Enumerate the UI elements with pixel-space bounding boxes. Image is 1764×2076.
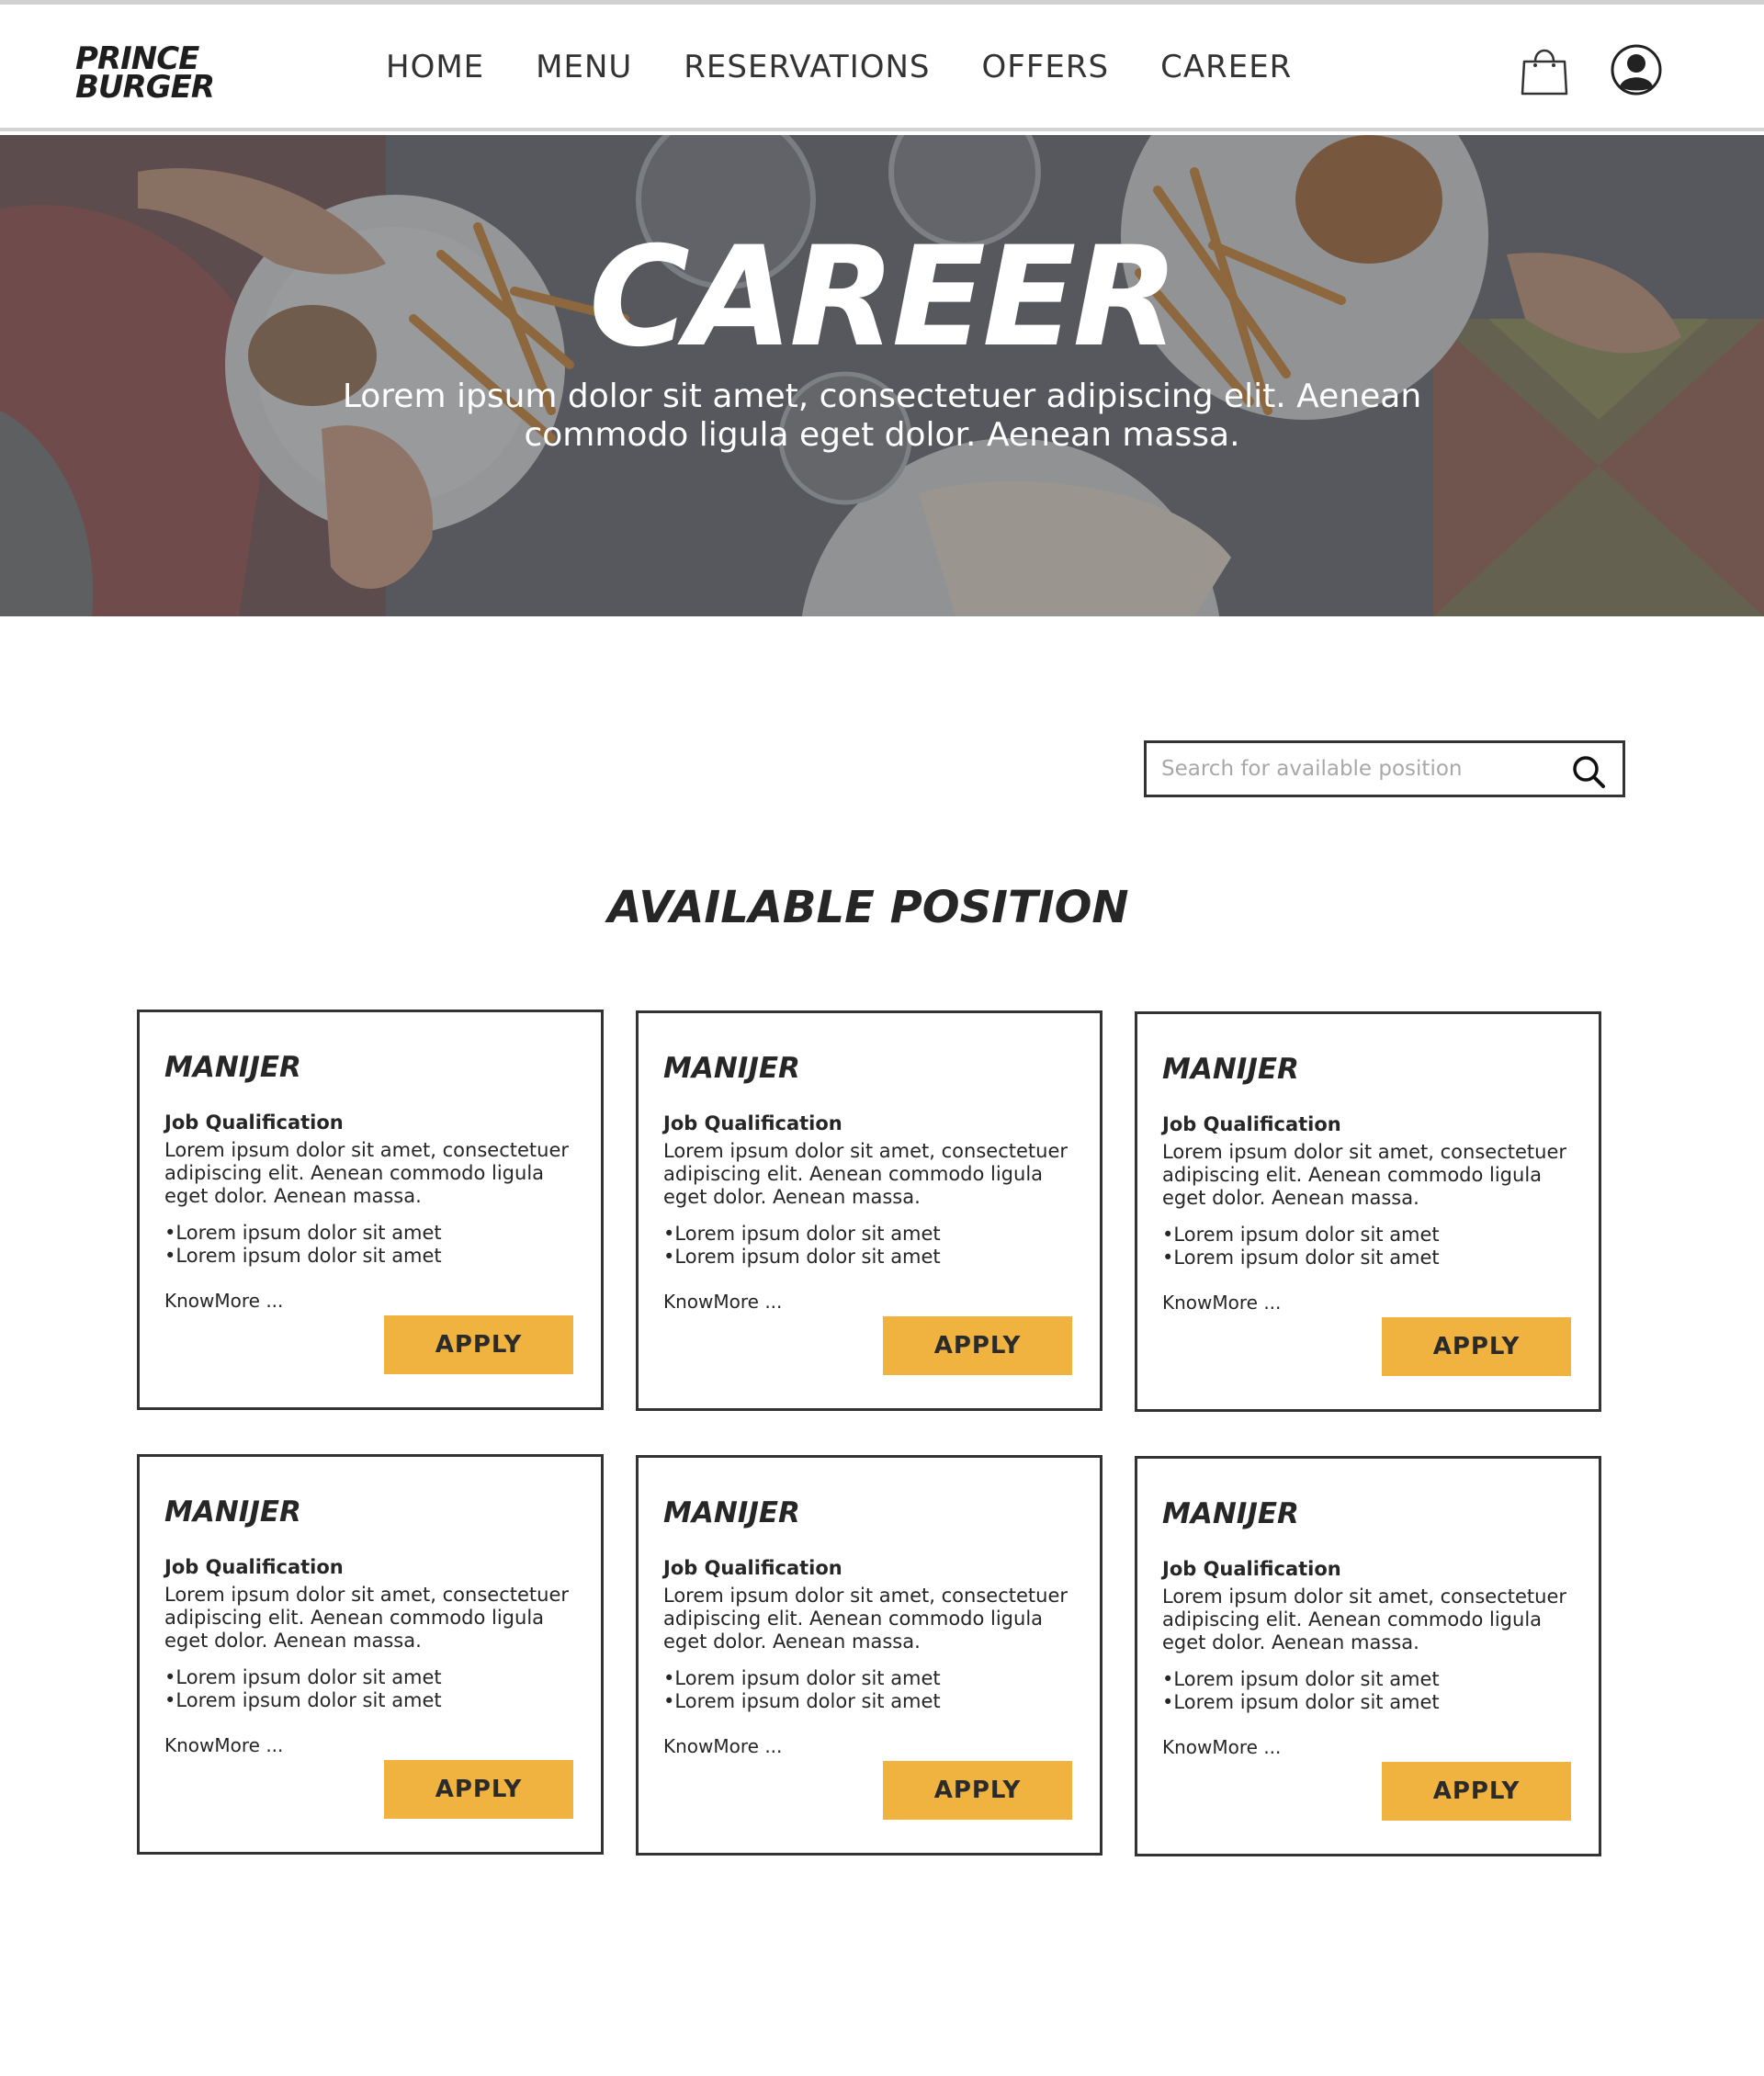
brand-logo[interactable]: PRINCE BURGER <box>75 43 215 106</box>
main-nav: HOME MENU RESERVATIONS OFFERS CAREER <box>386 47 1343 87</box>
qualification-item: •Lorem ipsum dolor sit amet <box>164 1222 442 1244</box>
qualification-item: •Lorem ipsum dolor sit amet <box>663 1667 941 1689</box>
position-description: Lorem ipsum dolor sit amet, consectetuer… <box>1162 1585 1566 1653</box>
position-search-box <box>1144 740 1625 797</box>
position-search-input[interactable] <box>1161 750 1566 787</box>
position-card: MANIJER Job Qualification Lorem ipsum do… <box>137 1454 604 1855</box>
user-account-icon[interactable] <box>1610 43 1663 96</box>
site-header: PRINCE BURGER HOME MENU RESERVATIONS OFF… <box>0 5 1764 131</box>
qualification-item: •Lorem ipsum dolor sit amet <box>663 1223 941 1245</box>
know-more-link[interactable]: KnowMore ... <box>164 1734 283 1756</box>
position-card: MANIJER Job Qualification Lorem ipsum do… <box>636 1010 1102 1411</box>
position-card: MANIJER Job Qualification Lorem ipsum do… <box>1135 1456 1601 1856</box>
nav-item-offers[interactable]: OFFERS <box>982 47 1110 87</box>
nav-item-menu[interactable]: MENU <box>536 47 632 87</box>
position-title: MANIJER <box>164 1051 301 1084</box>
qualification-item: •Lorem ipsum dolor sit amet <box>1162 1668 1440 1690</box>
shopping-bag-icon[interactable] <box>1520 43 1569 96</box>
position-card: MANIJER Job Qualification Lorem ipsum do… <box>1135 1011 1601 1412</box>
qualification-label: Job Qualification <box>164 1556 344 1578</box>
brand-logo-line2: BURGER <box>75 69 215 106</box>
hero-title: CAREER <box>588 218 1179 378</box>
hero-banner: CAREER Lorem ipsum dolor sit amet, conse… <box>0 135 1764 616</box>
know-more-link[interactable]: KnowMore ... <box>663 1291 782 1313</box>
position-card: MANIJER Job Qualification Lorem ipsum do… <box>636 1455 1102 1856</box>
nav-item-career[interactable]: CAREER <box>1160 47 1292 87</box>
qualification-label: Job Qualification <box>663 1112 842 1134</box>
qualification-item: •Lorem ipsum dolor sit amet <box>663 1246 941 1268</box>
apply-button[interactable]: APPLY <box>1382 1762 1571 1821</box>
position-description: Lorem ipsum dolor sit amet, consectetuer… <box>663 1585 1068 1653</box>
qualification-item: •Lorem ipsum dolor sit amet <box>164 1245 442 1267</box>
know-more-link[interactable]: KnowMore ... <box>164 1290 283 1312</box>
position-title: MANIJER <box>663 1052 800 1085</box>
apply-button[interactable]: APPLY <box>384 1760 573 1819</box>
position-description: Lorem ipsum dolor sit amet, consectetuer… <box>164 1584 569 1652</box>
position-description: Lorem ipsum dolor sit amet, consectetuer… <box>1162 1141 1566 1209</box>
nav-item-reservations[interactable]: RESERVATIONS <box>684 47 930 87</box>
position-title: MANIJER <box>1162 1497 1299 1530</box>
position-title: MANIJER <box>164 1495 301 1529</box>
qualification-list: •Lorem ipsum dolor sit amet •Lorem ipsum… <box>1162 1668 1440 1714</box>
apply-button[interactable]: APPLY <box>883 1316 1072 1375</box>
qualification-label: Job Qualification <box>1162 1558 1341 1580</box>
qualification-list: •Lorem ipsum dolor sit amet •Lorem ipsum… <box>663 1223 941 1269</box>
hero-subtitle: Lorem ipsum dolor sit amet, consectetuer… <box>342 378 1422 454</box>
search-icon[interactable] <box>1571 754 1606 789</box>
qualification-list: •Lorem ipsum dolor sit amet •Lorem ipsum… <box>663 1667 941 1713</box>
qualification-item: •Lorem ipsum dolor sit amet <box>663 1690 941 1712</box>
qualification-item: •Lorem ipsum dolor sit amet <box>164 1666 442 1688</box>
nav-item-home[interactable]: HOME <box>386 47 484 87</box>
apply-button[interactable]: APPLY <box>883 1761 1072 1820</box>
qualification-item: •Lorem ipsum dolor sit amet <box>1162 1224 1440 1246</box>
qualification-label: Job Qualification <box>164 1111 344 1134</box>
qualification-item: •Lorem ipsum dolor sit amet <box>1162 1247 1440 1269</box>
position-card: MANIJER Job Qualification Lorem ipsum do… <box>137 1010 604 1410</box>
position-title: MANIJER <box>663 1496 800 1529</box>
position-description: Lorem ipsum dolor sit amet, consectetuer… <box>663 1140 1068 1208</box>
qualification-list: •Lorem ipsum dolor sit amet •Lorem ipsum… <box>164 1222 442 1268</box>
know-more-link[interactable]: KnowMore ... <box>1162 1292 1281 1314</box>
qualification-list: •Lorem ipsum dolor sit amet •Lorem ipsum… <box>164 1666 442 1712</box>
apply-button[interactable]: APPLY <box>384 1315 573 1374</box>
qualification-label: Job Qualification <box>1162 1113 1341 1135</box>
know-more-link[interactable]: KnowMore ... <box>1162 1736 1281 1758</box>
position-title: MANIJER <box>1162 1053 1299 1086</box>
qualification-item: •Lorem ipsum dolor sit amet <box>1162 1691 1440 1713</box>
qualification-label: Job Qualification <box>663 1557 842 1579</box>
apply-button[interactable]: APPLY <box>1382 1317 1571 1376</box>
position-description: Lorem ipsum dolor sit amet, consectetuer… <box>164 1139 569 1207</box>
qualification-item: •Lorem ipsum dolor sit amet <box>164 1689 442 1711</box>
qualification-list: •Lorem ipsum dolor sit amet •Lorem ipsum… <box>1162 1224 1440 1269</box>
section-title: AVAILABLE POSITION <box>607 882 1129 933</box>
know-more-link[interactable]: KnowMore ... <box>663 1735 782 1757</box>
